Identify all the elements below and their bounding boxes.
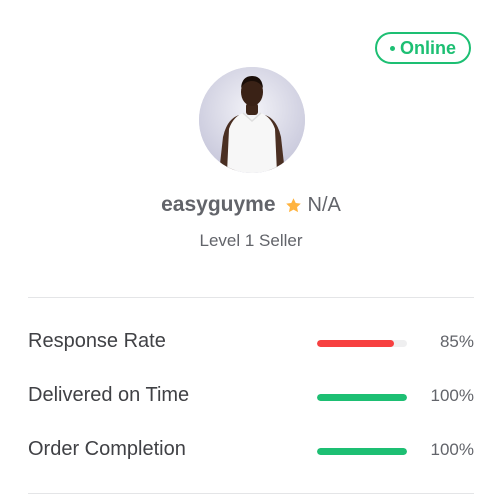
stat-row-response-rate: Response Rate 85%: [28, 328, 474, 358]
progress-bar: [317, 448, 407, 455]
status-badge: Online: [375, 32, 471, 64]
seller-profile-card: Online easyguyme N/A Level 1 Seller Resp…: [0, 0, 502, 500]
stat-value: 100%: [430, 440, 474, 459]
status-dot: [389, 45, 395, 51]
stat-value: 100%: [430, 386, 474, 405]
progress-bar: [317, 340, 407, 347]
progress-bar: [317, 394, 407, 401]
divider-bottom: [28, 493, 474, 494]
stat-row-delivered-on-time: Delivered on Time 100%: [28, 382, 474, 412]
avatar[interactable]: [199, 67, 305, 173]
username-row: easyguyme N/A: [0, 190, 502, 220]
stat-label: Delivered on Time: [28, 384, 190, 406]
progress-fill: [317, 394, 407, 401]
username[interactable]: easyguyme: [161, 193, 275, 217]
status-text: Online: [399, 37, 456, 58]
stat-row-order-completion: Order Completion 100%: [28, 436, 474, 466]
divider-top: [28, 297, 474, 298]
stat-label: Response Rate: [28, 330, 166, 352]
progress-fill: [317, 448, 407, 455]
seller-level: Level 1 Seller: [199, 231, 303, 250]
star-icon: [285, 197, 302, 214]
stat-label: Order Completion: [28, 438, 186, 460]
stat-value: 85%: [439, 332, 474, 351]
rating-value: N/A: [307, 193, 341, 216]
avatar-photo: [199, 67, 305, 173]
progress-fill: [317, 340, 394, 347]
